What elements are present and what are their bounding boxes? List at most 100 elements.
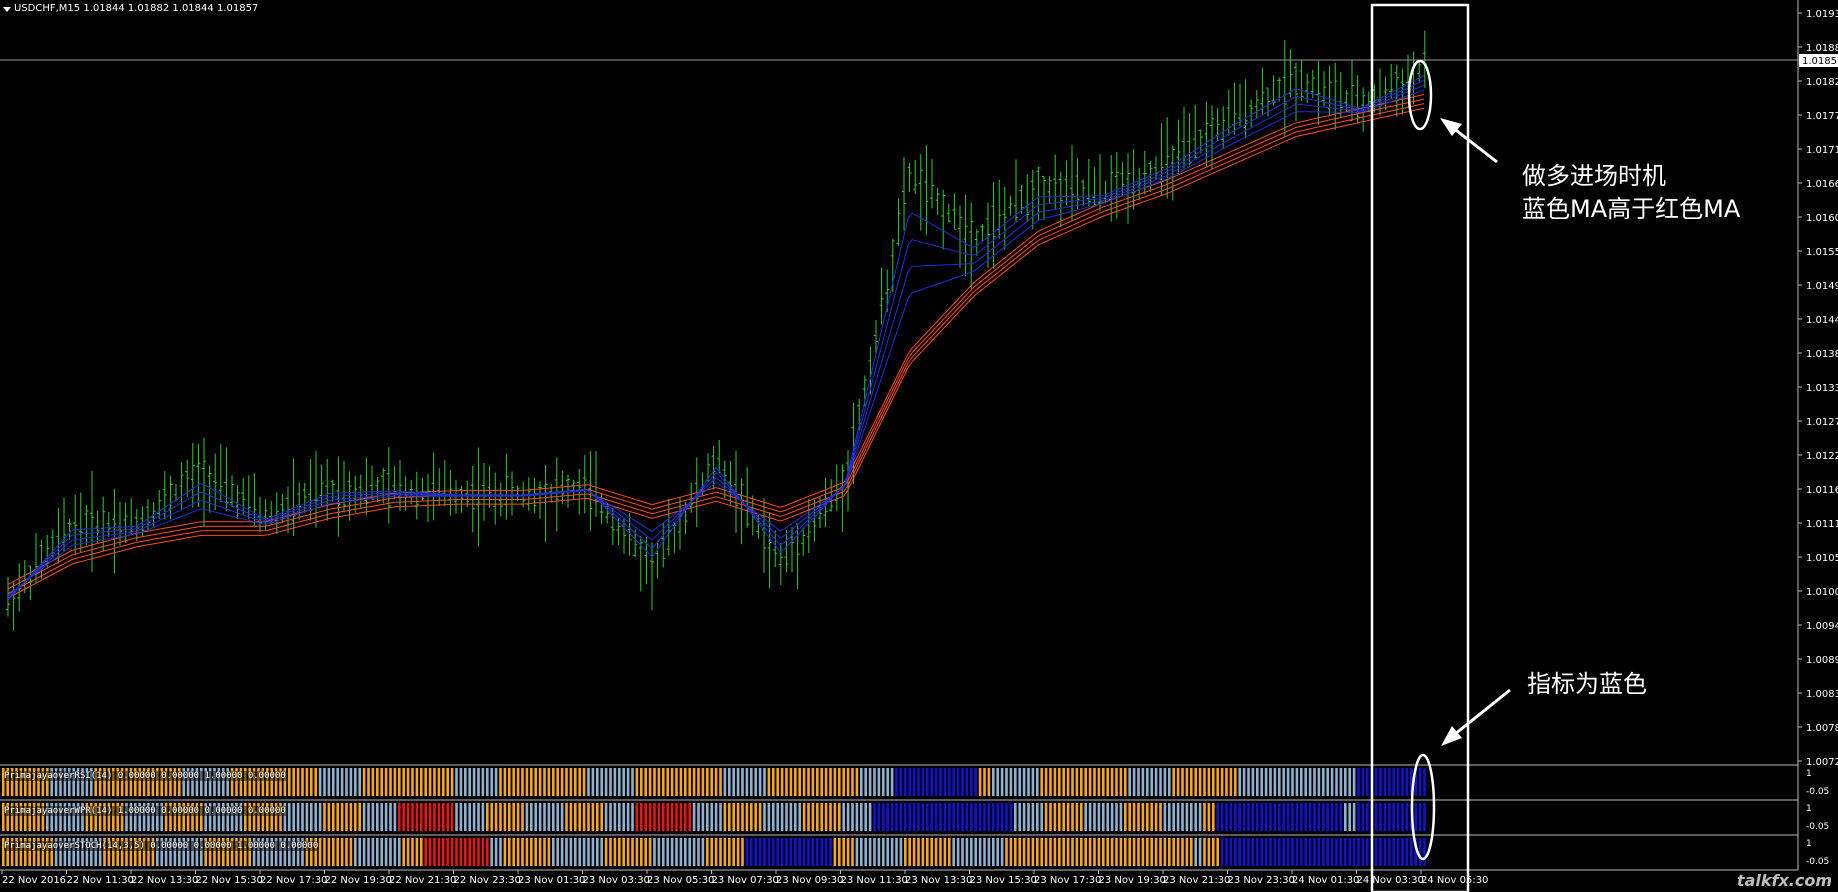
price-tick-label: 1.01110 — [1806, 519, 1838, 530]
indicator-bar — [327, 803, 331, 831]
annotation-indicator-note: 指标为蓝色 — [1527, 670, 1647, 698]
indicator-bar — [389, 768, 392, 796]
candle-bar — [1333, 62, 1338, 130]
indicator-bar — [692, 768, 696, 796]
indicator-bar — [420, 838, 423, 866]
indicator-bar — [1300, 803, 1303, 831]
indicator-bar — [481, 768, 485, 796]
time-tick-label: 23 Nov 15:30 — [970, 875, 1037, 886]
indicator-bar — [657, 768, 661, 796]
indicator-bar — [406, 768, 410, 796]
candle-bar — [291, 458, 296, 537]
indicator-bar — [631, 838, 634, 866]
indicator-bar — [763, 803, 766, 831]
indicator-bar — [468, 838, 471, 866]
candle-bar — [930, 159, 934, 209]
indicator-bar — [1392, 838, 1395, 866]
candle-bar — [515, 485, 520, 502]
indicator-bar — [1388, 803, 1391, 831]
indicator-bar — [965, 768, 969, 796]
indicator-bar — [1308, 803, 1312, 831]
indicator-bar — [596, 768, 599, 796]
indicator-bar — [1242, 768, 1246, 796]
indicator-bar — [772, 803, 775, 831]
indicator-bar — [930, 838, 933, 866]
indicator-bar — [512, 803, 515, 831]
candle-bar — [504, 454, 509, 520]
indicator-bar — [816, 803, 819, 831]
chart-header: USDCHF,M15 1.01844 1.01882 1.01844 1.018… — [14, 3, 258, 14]
indicator-bar — [411, 803, 414, 831]
indicator-bar — [1308, 838, 1312, 866]
indicator-bar — [640, 838, 643, 866]
indicator-bar — [362, 768, 366, 796]
indicator-bar — [956, 768, 960, 796]
indicator-bar — [679, 838, 683, 866]
indicator-bar — [1102, 768, 1105, 796]
indicator-bar — [1388, 838, 1391, 866]
price-tick-label: 1.00780 — [1806, 723, 1838, 734]
indicator-bar — [952, 838, 955, 866]
indicator-bar — [961, 768, 964, 796]
indicator-bar — [1168, 838, 1171, 866]
chart-menu-icon[interactable] — [3, 7, 11, 12]
indicator-bar — [613, 838, 617, 866]
indicator-bar — [1084, 768, 1087, 796]
indicator-bar — [1141, 803, 1145, 831]
indicator-bar — [860, 838, 863, 866]
indicator-bar — [1181, 803, 1184, 831]
indicator-bar — [1383, 803, 1387, 831]
indicator-bar — [521, 803, 524, 831]
candle-bar — [840, 464, 845, 533]
indicator-bar — [948, 803, 951, 831]
price-tick-label: 1.00945 — [1806, 621, 1838, 632]
indicator-bar — [296, 803, 300, 831]
indicator-bar — [323, 838, 326, 866]
indicator-bar — [1110, 803, 1114, 831]
indicator-bar — [684, 768, 687, 796]
indicator-bar — [728, 768, 731, 796]
indicator-bar — [732, 838, 735, 866]
indicator-bar — [978, 838, 982, 866]
indicator-bar — [1066, 768, 1070, 796]
price-chart[interactable]: 1 -0.05 1 -0.05 1 -0.05 1.01935 1.01880 1.01825… — [0, 0, 1838, 892]
indicator-bar — [697, 838, 700, 866]
indicator-bar — [706, 803, 709, 831]
indicator-bar — [1150, 768, 1153, 796]
indicator-bar — [336, 803, 339, 831]
price-tick-label: 1.00835 — [1806, 689, 1838, 700]
indicator-bar — [1348, 803, 1351, 831]
candle-bar — [1159, 123, 1164, 196]
candle-bar — [1232, 82, 1237, 135]
indicator-bar — [406, 803, 410, 831]
indicator-bar — [640, 803, 643, 831]
indicator-bar — [376, 768, 379, 796]
time-tick-label: 22 Nov 19:30 — [325, 875, 392, 886]
indicator-bar — [477, 803, 480, 831]
indicator-bar — [736, 768, 740, 796]
indicator-bar — [701, 768, 705, 796]
indicator-bar — [653, 803, 656, 831]
indicator-bar — [327, 838, 331, 866]
indicator-bar — [560, 803, 564, 831]
candle-bar — [1338, 72, 1343, 118]
indicator-bar — [675, 768, 678, 796]
indicator-bar — [1317, 803, 1321, 831]
indicator-bar — [600, 768, 603, 796]
indicator-bar — [983, 768, 986, 796]
red-moving-averages — [7, 94, 1425, 599]
indicator-bar — [657, 803, 661, 831]
price-tick-label: 1.01000 — [1806, 587, 1838, 598]
indicator-bar — [750, 803, 753, 831]
candle-bar — [364, 457, 369, 515]
indicator-bar — [921, 768, 925, 796]
indicator-bar — [1313, 768, 1316, 796]
indicator-bar — [1097, 838, 1101, 866]
indicator-bar — [662, 838, 665, 866]
indicator-bar — [604, 768, 608, 796]
indicator-bar — [860, 768, 863, 796]
indicator-bar — [917, 768, 920, 796]
indicator-bar — [1357, 768, 1360, 796]
indicator-bar — [609, 803, 612, 831]
candle-bar — [980, 224, 985, 241]
